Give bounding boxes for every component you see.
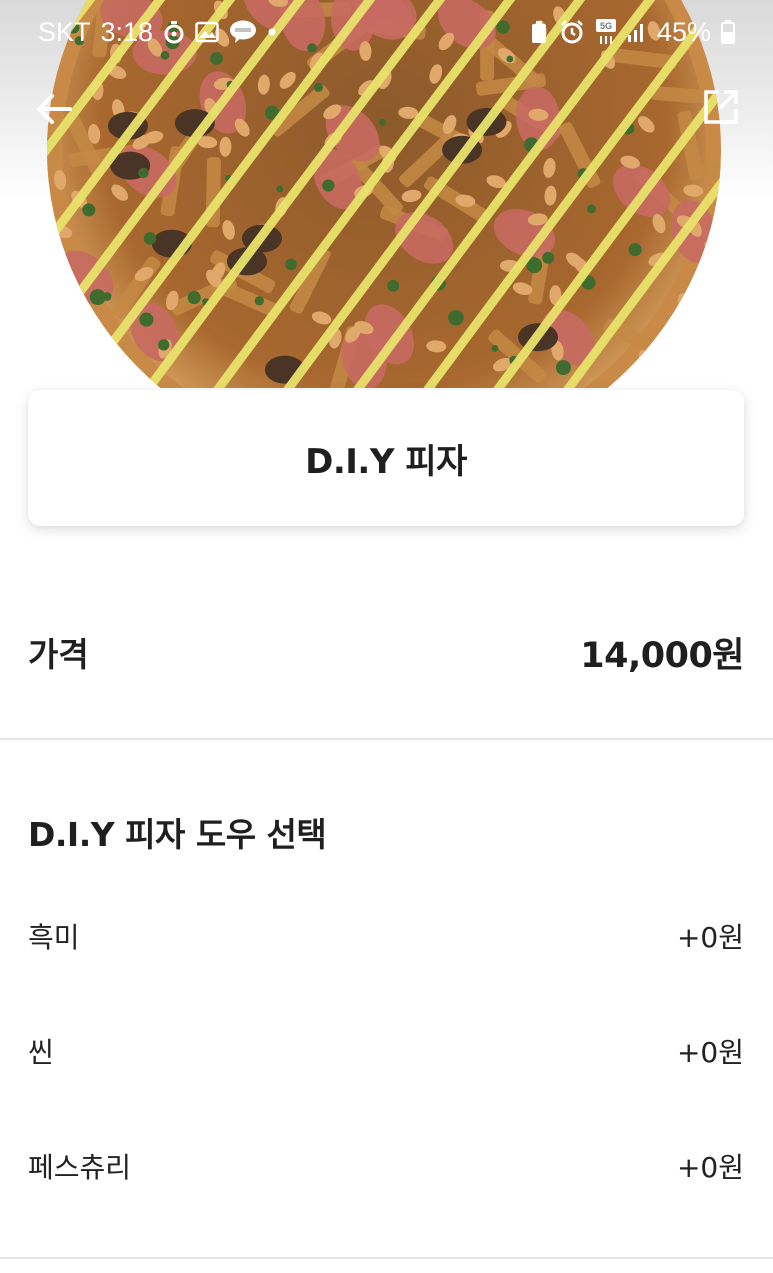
topping-herb: [448, 309, 464, 326]
gallery-icon: [195, 21, 219, 43]
price-value: 14,000원: [580, 635, 744, 676]
topping-herb: [387, 279, 400, 292]
option-row-heukmi[interactable]: 흑미 +0원: [28, 911, 744, 961]
signal-icon: [627, 21, 647, 43]
topping-herb: [102, 292, 112, 301]
product-title: D.I.Y 피자: [305, 441, 467, 482]
topping-herb: [139, 312, 154, 327]
carrier-label: SKT: [38, 16, 91, 47]
stopwatch-icon: [163, 20, 185, 44]
option-row-pastry[interactable]: 페스츄리 +0원: [28, 1141, 744, 1191]
status-bar: SKT 3:18 5G 45%: [0, 0, 773, 64]
price-label: 가격: [28, 635, 89, 674]
topping-herb: [491, 344, 499, 352]
share-icon: [704, 90, 738, 124]
option-price: +0원: [676, 921, 744, 954]
option-name: 흑미: [28, 921, 80, 954]
topping-almond: [687, 295, 708, 308]
option-price: +0원: [676, 1151, 744, 1184]
section-divider: [0, 738, 773, 740]
topping-herb: [82, 203, 96, 217]
topping-herb: [276, 185, 284, 193]
topping-herb: [555, 360, 571, 376]
topping-herb: [587, 204, 597, 214]
share-button[interactable]: [696, 82, 746, 132]
price-row: 가격 14,000원: [28, 622, 744, 682]
topping-herb: [696, 282, 705, 291]
topping-herb: [187, 291, 201, 305]
kakaotalk-icon: [229, 20, 257, 44]
topping-herb: [542, 251, 555, 264]
option-name: 씬: [28, 1036, 54, 1069]
battery-icon: [721, 20, 735, 44]
option-row-thin[interactable]: 씬 +0원: [28, 1026, 744, 1076]
topping-herb: [657, 357, 664, 364]
topping-herb: [138, 167, 149, 179]
clock: 3:18: [100, 16, 154, 47]
topping-fry: [47, 342, 93, 362]
option-name: 페스츄리: [28, 1151, 132, 1184]
topping-herb: [143, 232, 157, 245]
topping-herb: [379, 119, 387, 127]
topping-herb: [313, 82, 323, 92]
arrow-left-icon: [37, 94, 72, 124]
option-group-title: D.I.Y 피자 도우 선택: [28, 815, 327, 854]
topping-herb: [322, 179, 335, 192]
product-title-card: D.I.Y 피자: [28, 390, 744, 526]
section-divider-bottom: [0, 1257, 773, 1259]
option-price: +0원: [676, 1036, 744, 1069]
alarm-icon: [559, 19, 585, 45]
topping-herb: [158, 339, 170, 351]
topping-fry: [79, 328, 111, 388]
battery-percent: 45%: [656, 16, 711, 47]
topping-almond: [55, 362, 70, 382]
network-label: 5G: [600, 21, 612, 31]
topping-herb: [254, 296, 265, 306]
topping-herb: [285, 258, 297, 271]
topping-almond: [708, 312, 721, 330]
topping-almond: [64, 286, 78, 307]
notification-dot-icon: [267, 27, 277, 37]
back-button[interactable]: [30, 85, 78, 133]
battery-saver-icon: [529, 20, 549, 44]
topping-herb: [628, 243, 642, 257]
network-5g-icon: 5G: [595, 18, 617, 46]
topping-herb: [691, 369, 700, 378]
